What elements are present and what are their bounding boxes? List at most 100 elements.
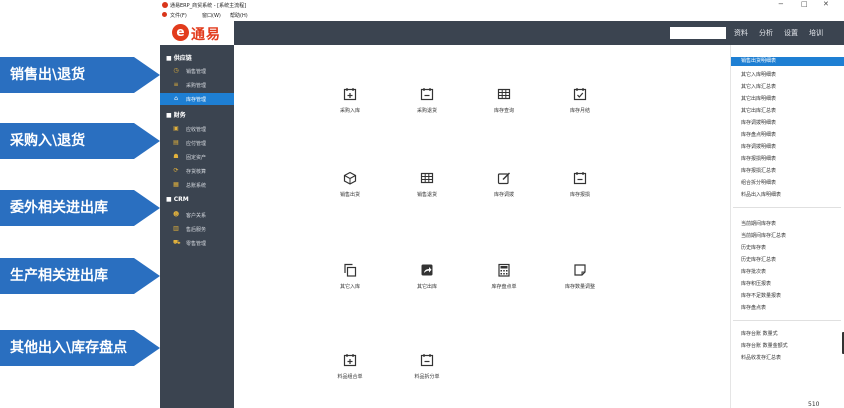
cycle-icon: ⟳: [173, 167, 179, 174]
cart-icon: ⛟: [173, 239, 181, 246]
callout-label: 委外相关进出库: [10, 200, 108, 216]
minimize-button[interactable]: −: [778, 0, 784, 8]
tile-label: 料品组合单: [337, 374, 363, 380]
share-icon: [421, 264, 433, 276]
callout-label: 销售出\退货: [10, 67, 86, 83]
table-icon: [420, 172, 434, 184]
tile-label: 其它出库: [416, 284, 437, 290]
tile-inventory-month-end[interactable]: 库存月结: [548, 87, 612, 127]
window-title: 通易ERP_商贸系统 - [系统主流程]: [170, 3, 247, 9]
sidebar-item-general-ledger[interactable]: ▦ 总账系统: [160, 179, 234, 191]
note-icon: [574, 264, 586, 276]
tile-label: 采购入库: [339, 108, 360, 114]
report-item[interactable]: 库存调拨明细表: [741, 119, 776, 126]
menu-help[interactable]: 帮助(H): [230, 12, 248, 19]
report-item[interactable]: 销售出货明细表: [731, 57, 844, 66]
report-item[interactable]: 当前期间库存表: [741, 220, 776, 227]
report-item[interactable]: 库存盘点表: [741, 304, 766, 311]
tile-label: 库存盘点单: [491, 284, 517, 290]
app-icon: [162, 2, 168, 8]
header-menu-analysis[interactable]: 分析: [759, 28, 773, 38]
report-item[interactable]: 组合拆分明细表: [741, 179, 776, 186]
tile-sales-return[interactable]: 销售退货: [395, 171, 459, 211]
sidebar-item-inventory[interactable]: ⌂ 库存管理: [160, 93, 234, 105]
calendar-check-icon: [573, 88, 587, 101]
divider: [733, 207, 841, 208]
report-item[interactable]: 库存报损汇总表: [741, 167, 776, 174]
tile-inventory-query[interactable]: 库存查询: [472, 87, 536, 127]
report-item[interactable]: 库存批次表: [741, 268, 766, 275]
list-icon: ≡: [173, 81, 179, 88]
cube-icon: [343, 171, 357, 185]
sidebar-item-payables[interactable]: ▤ 应付管理: [160, 137, 234, 149]
calendar-minus-icon: [420, 88, 434, 101]
sidebar-item-purchase[interactable]: ≡ 采购管理: [160, 79, 234, 91]
report-item[interactable]: 历史库存汇总表: [741, 256, 776, 263]
report-item[interactable]: 库存报损明细表: [741, 155, 776, 162]
report-item[interactable]: 库存台账 数量式: [741, 330, 778, 337]
sidebar-item-after-sales[interactable]: ▥ 售后服务: [160, 223, 234, 235]
tile-label: 库存调拨: [493, 192, 514, 198]
menu-file[interactable]: 文件(F): [170, 12, 187, 19]
person-icon: ☻: [173, 211, 180, 218]
header-menu-training[interactable]: 培训: [809, 28, 823, 38]
sidebar-item-customers[interactable]: ☻ 客户关系: [160, 209, 234, 221]
sidebar-item-label: 应付管理: [186, 141, 207, 147]
sidebar-item-receivables[interactable]: ▣ 应收管理: [160, 123, 234, 135]
edit-icon: [497, 172, 510, 185]
callout-production: 生产相关进出库: [0, 256, 162, 296]
sidebar-item-label: 应收管理: [186, 127, 207, 133]
report-item[interactable]: 库存台账 数量金额式: [741, 342, 788, 349]
tile-stocktake[interactable]: 库存盘点单: [472, 263, 536, 303]
sidebar-item-fixed-assets[interactable]: ☗ 固定资产: [160, 151, 234, 163]
report-item[interactable]: 料品出入库明细表: [741, 191, 781, 198]
tile-quantity-adjust[interactable]: 库存数量调整: [548, 263, 612, 303]
tile-purchase-return[interactable]: 采购退货: [395, 87, 459, 127]
menu-app-icon: [162, 12, 167, 17]
sidebar-item-label: 库存管理: [186, 97, 207, 103]
sidebar-item-sales[interactable]: ◷ 销售管理: [160, 65, 234, 77]
report-item[interactable]: 其它出库汇总表: [741, 107, 776, 114]
clock-icon: ◷: [173, 67, 179, 74]
grid-icon: ▦: [173, 181, 179, 188]
sidebar-section-crm: ■ CRM: [166, 196, 189, 203]
users-icon: ☗: [173, 153, 179, 160]
report-item[interactable]: 库存积压报表: [741, 280, 771, 287]
tile-sales-out[interactable]: 销售出货: [318, 171, 382, 211]
report-item[interactable]: 库存盘点明细表: [741, 131, 776, 138]
menu-window[interactable]: 窗口(W): [202, 12, 221, 19]
tile-other-out[interactable]: 其它出库: [395, 263, 459, 303]
page-number: 510: [808, 401, 820, 408]
tile-inventory-loss[interactable]: 库存报损: [548, 171, 612, 211]
report-item[interactable]: 其它入库明细表: [741, 71, 776, 78]
report-item[interactable]: 其它入库汇总表: [741, 83, 776, 90]
report-item[interactable]: 当前期间库存汇总表: [741, 232, 786, 239]
tile-label: 其它入库: [339, 284, 360, 290]
tile-other-in[interactable]: 其它入库: [318, 263, 382, 303]
tile-label: 销售退货: [416, 192, 437, 198]
report-item[interactable]: 其它出库明细表: [741, 95, 776, 102]
close-button[interactable]: ✕: [823, 0, 829, 8]
report-item[interactable]: 库存不足数量报表: [741, 292, 781, 299]
tile-purchase-in[interactable]: 采购入库: [318, 87, 382, 127]
sidebar-item-label: 售后服务: [186, 227, 207, 233]
report-item[interactable]: 料品收发存汇总表: [741, 354, 781, 361]
callout-label: 生产相关进出库: [10, 268, 108, 284]
divider: [733, 320, 841, 321]
report-item[interactable]: 历史库存表: [741, 244, 766, 251]
header-menu-data[interactable]: 资料: [734, 28, 748, 38]
tile-disassembly[interactable]: 料品拆分单: [395, 353, 459, 393]
maximize-button[interactable]: □: [801, 0, 808, 8]
tile-assembly[interactable]: 料品组合单: [318, 353, 382, 393]
tile-inventory-transfer[interactable]: 库存调拨: [472, 171, 536, 211]
tile-label: 库存月结: [569, 108, 590, 114]
sidebar-item-retail[interactable]: ⛟ 零售管理: [160, 237, 234, 249]
tile-label: 采购退货: [416, 108, 437, 114]
header-search-input[interactable]: [670, 27, 726, 39]
sidebar-item-label: 零售管理: [186, 241, 207, 247]
top-header: e 通易 资料 分析 设置 培训: [160, 21, 844, 45]
header-menu-settings[interactable]: 设置: [784, 28, 798, 38]
report-item[interactable]: 库存调拨明细表: [741, 143, 776, 150]
callout-other: 其他出入\库存盘点: [0, 328, 162, 368]
sidebar-item-inventory-costing[interactable]: ⟳ 存货核算: [160, 165, 234, 177]
